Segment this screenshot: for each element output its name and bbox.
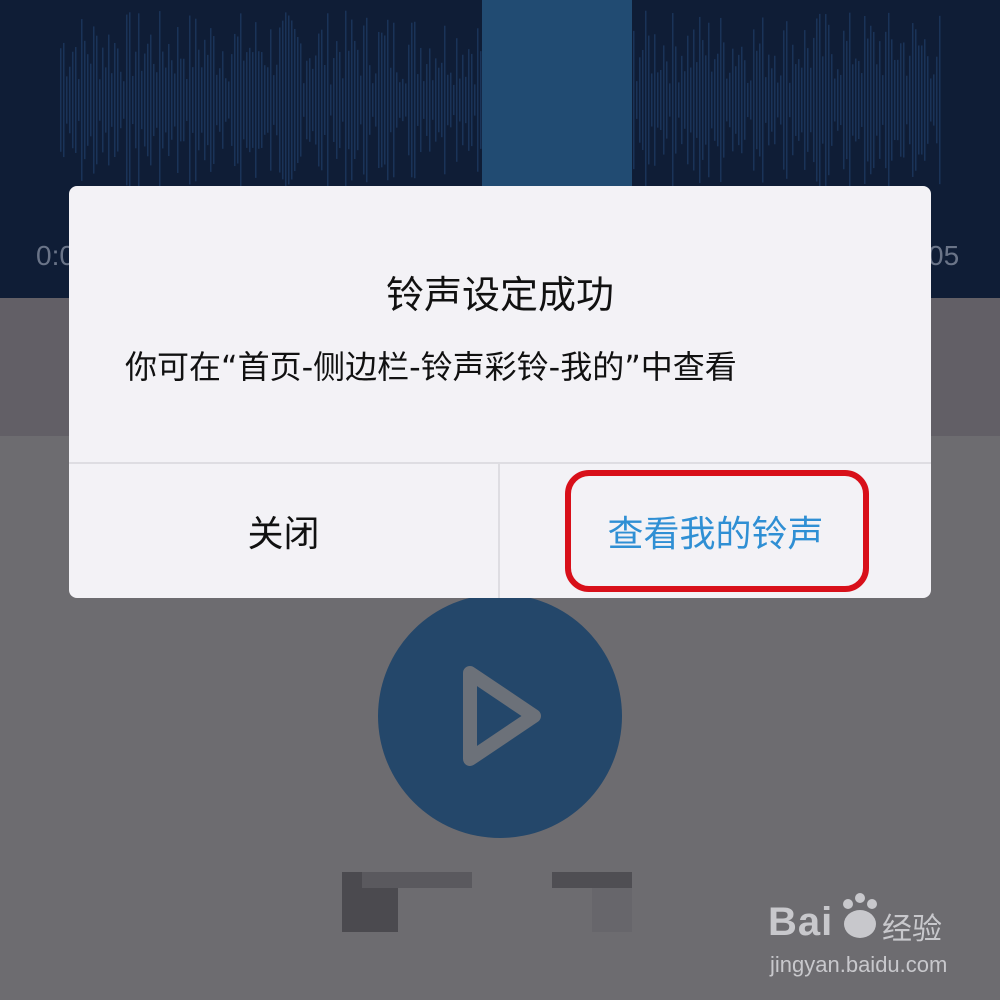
baidu-jingyan-watermark: Bai 经验 jingyan.baidu.com: [762, 888, 992, 988]
paw-logo-icon: [843, 893, 877, 938]
dialog-message: 你可在“首页-侧边栏-铃声彩铃-我的”中查看: [125, 348, 737, 386]
ringtone-success-dialog: 铃声设定成功 你可在“首页-侧边栏-铃声彩铃-我的”中查看 关闭 查看我的铃声: [69, 186, 931, 598]
waveform-selection[interactable]: [482, 0, 632, 188]
view-my-ringtones-button[interactable]: 查看我的铃声: [500, 464, 931, 598]
close-button[interactable]: 关闭: [69, 464, 498, 598]
time-end-label: 05: [928, 240, 960, 271]
watermark-brand: Bai: [768, 900, 834, 944]
watermark-jingyan: 经验: [882, 912, 942, 947]
play-button[interactable]: [378, 594, 622, 838]
watermark-url: jingyan.baidu.com: [770, 952, 948, 977]
dialog-title: 铃声设定成功: [385, 273, 614, 317]
track-title-blurred: [342, 872, 632, 932]
play-icon: [463, 666, 541, 766]
